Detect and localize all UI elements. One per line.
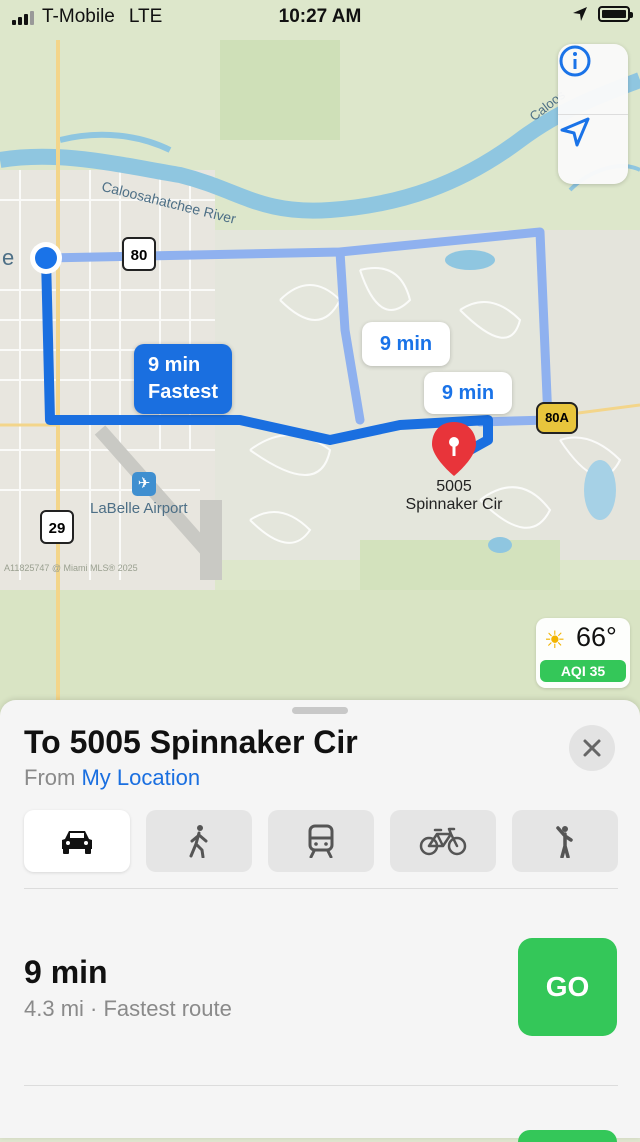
sheet-grabber[interactable]	[292, 707, 348, 714]
directions-sheet: To 5005 Spinnaker Cir From My Location 9…	[0, 700, 640, 1142]
map-view[interactable]: e Caloosahatchee River Caloos 80 29 80A …	[0, 0, 640, 760]
location-services-icon	[573, 7, 587, 21]
close-icon	[583, 739, 601, 757]
route-80-shield: 80	[122, 237, 156, 271]
route-duration: 9 min	[24, 954, 108, 990]
battery-icon	[598, 6, 633, 22]
info-button[interactable]	[558, 44, 628, 114]
destination-label: 5005 Spinnaker Cir	[405, 478, 503, 513]
mode-rideshare-button[interactable]	[512, 810, 618, 872]
route-29-shield: 29	[40, 510, 74, 544]
close-button[interactable]	[569, 725, 615, 771]
mode-drive-button[interactable]	[24, 810, 130, 872]
map-controls	[558, 44, 628, 184]
fastest-route-label: Fastest	[148, 381, 219, 403]
mode-cycle-button[interactable]	[390, 810, 496, 872]
alt-route-callout-1[interactable]: 9 min	[362, 322, 450, 366]
location-arrow-icon	[560, 117, 590, 147]
from-location-link[interactable]: My Location	[81, 765, 200, 790]
mode-transit-button[interactable]	[268, 810, 374, 872]
route-divider	[24, 1085, 618, 1086]
modes-divider	[24, 888, 618, 889]
transport-modes	[24, 810, 618, 872]
destination-title: To 5005 Spinnaker Cir	[24, 724, 358, 760]
mls-watermark: A11825747 @ Miami MLS® 2025	[4, 563, 138, 573]
mode-walk-button[interactable]	[146, 810, 252, 872]
rideshare-icon	[556, 826, 573, 858]
temperature: 66°	[576, 622, 617, 652]
from-prefix: From	[24, 765, 76, 790]
track-location-button[interactable]	[558, 115, 628, 185]
aqi-badge: AQI 35	[540, 660, 626, 682]
transit-icon	[308, 824, 334, 858]
status-right	[572, 6, 633, 22]
walk-icon	[189, 825, 208, 858]
clock: 10:27 AM	[278, 6, 362, 27]
route-details: 4.3 mi · Fastest route	[24, 996, 232, 1021]
route-80a-shield: 80A	[536, 402, 578, 434]
fastest-route-time: 9 min	[148, 354, 201, 376]
car-icon	[62, 831, 92, 854]
sun-icon: ☀	[544, 627, 566, 654]
left-edge-label: e	[2, 245, 15, 270]
info-icon	[559, 45, 591, 77]
origin-line: From My Location	[24, 765, 200, 791]
alt-route-callout-2[interactable]: 9 min	[424, 372, 512, 414]
airport-label: LaBelle Airport	[90, 500, 188, 517]
fastest-route-callout[interactable]: 9 min Fastest	[134, 344, 233, 414]
bike-icon	[419, 827, 467, 856]
status-bar: T-Mobile LTE 10:27 AM	[0, 0, 640, 34]
go-button[interactable]: GO	[518, 938, 617, 1036]
destination-pin-icon[interactable]	[430, 420, 478, 480]
next-go-button-peek[interactable]	[518, 1130, 617, 1142]
weather-widget[interactable]: ☀ 66° AQI 35	[536, 618, 630, 688]
airport-icon: ✈	[132, 472, 156, 496]
